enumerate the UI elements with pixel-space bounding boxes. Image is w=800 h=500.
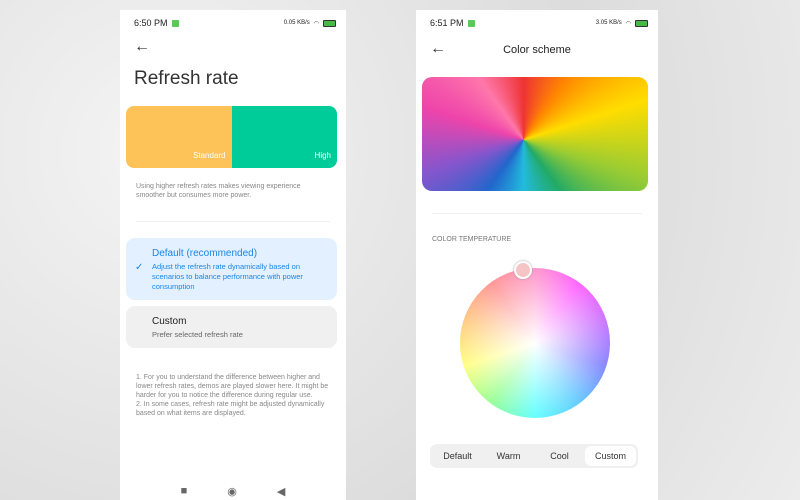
divider: [432, 213, 642, 214]
mode-default[interactable]: Default: [432, 446, 483, 466]
mode-custom[interactable]: Custom: [585, 446, 636, 466]
recents-icon[interactable]: ■: [181, 485, 188, 498]
description: Using higher refresh rates makes viewing…: [136, 183, 301, 199]
page-title: Color scheme: [503, 44, 571, 56]
battery-icon: [323, 19, 336, 27]
clock: 6:51 PM: [430, 18, 464, 28]
app-icon: [467, 19, 475, 27]
app-icon: [171, 19, 179, 27]
color-scheme-screen: 6:51 PM 3.05 KB/s ◠ ← Color scheme COLOR …: [416, 10, 658, 500]
mode-warm[interactable]: Warm: [483, 446, 534, 466]
high-demo: High: [231, 106, 337, 168]
wifi-icon: ◠: [625, 20, 631, 27]
standard-label: Standard: [193, 151, 226, 160]
color-wheel[interactable]: [460, 268, 610, 418]
network-speed: 3.05 KB/s: [595, 20, 622, 26]
color-wheel-handle[interactable]: [514, 261, 532, 279]
option-title: Custom: [152, 316, 187, 327]
mode-selector: Default Warm Cool Custom: [430, 444, 638, 468]
option-custom[interactable]: Custom Prefer selected refresh rate: [126, 306, 337, 348]
standard-demo: Standard: [126, 106, 232, 168]
mode-cool[interactable]: Cool: [534, 446, 585, 466]
wifi-icon: ◠: [313, 20, 319, 27]
battery-icon: [635, 19, 648, 27]
status-bar: 6:51 PM 3.05 KB/s ◠: [430, 18, 648, 28]
back-icon[interactable]: ◀: [277, 485, 285, 498]
clock: 6:50 PM: [134, 18, 168, 28]
option-default[interactable]: ✓ Default (recommended) Adjust the refre…: [126, 238, 337, 300]
network-speed: 0.05 KB/s: [283, 20, 310, 26]
option-subtitle: Prefer selected refresh rate: [152, 330, 243, 339]
option-subtitle: Adjust the refresh rate dynamically base…: [152, 262, 303, 291]
notes: 1. For you to understand the difference …: [136, 374, 329, 417]
refresh-rate-screen: 6:50 PM 0.05 KB/s ◠ ← Refresh rate Standa…: [120, 10, 346, 500]
high-label: High: [314, 151, 331, 160]
nav-bar: ■ ◉ ◀: [120, 485, 346, 498]
home-icon[interactable]: ◉: [227, 485, 237, 498]
check-icon: ✓: [135, 262, 144, 273]
option-title: Default (recommended): [152, 248, 258, 259]
page-title: Refresh rate: [134, 68, 239, 89]
back-arrow-icon[interactable]: ←: [134, 38, 150, 56]
status-bar: 6:50 PM 0.05 KB/s ◠: [134, 18, 336, 28]
section-label: COLOR TEMPERATURE: [432, 236, 512, 243]
divider: [136, 221, 330, 222]
refresh-demo: Standard High: [126, 106, 337, 168]
preview-image: [422, 77, 648, 191]
